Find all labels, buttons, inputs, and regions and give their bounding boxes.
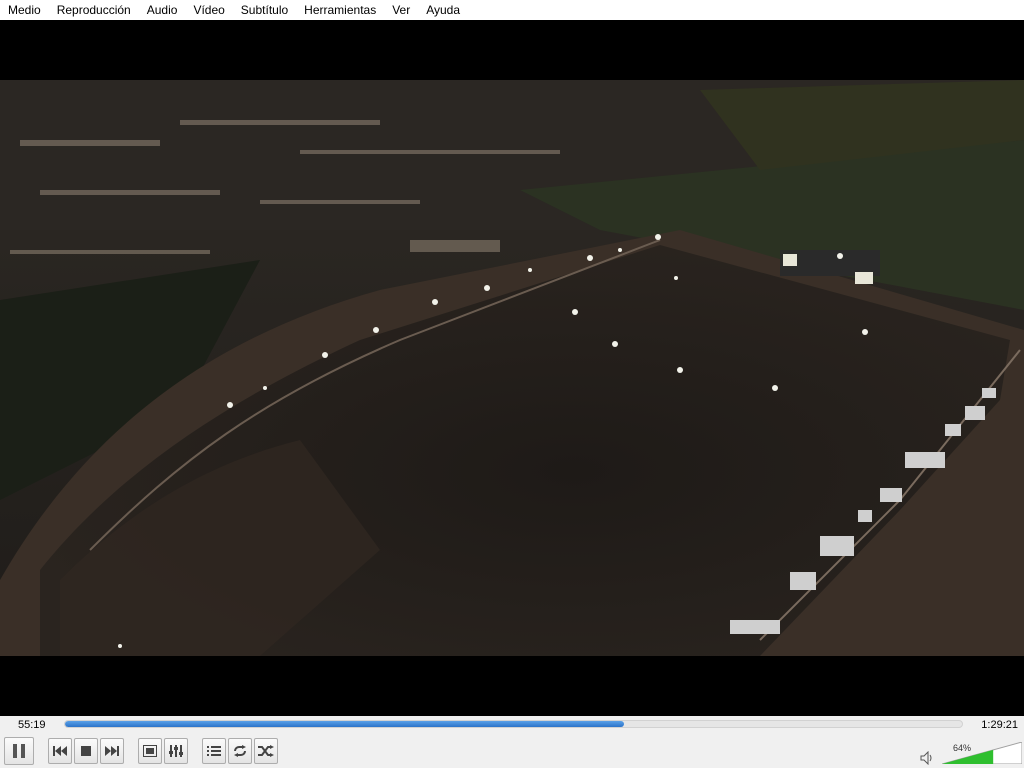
- menu-bar: Medio Reproducción Audio Vídeo Subtítulo…: [0, 0, 1024, 20]
- loop-icon: [234, 745, 246, 757]
- seek-bar-fill: [65, 721, 624, 727]
- menu-video[interactable]: Vídeo: [185, 0, 232, 20]
- fullscreen-icon: [143, 745, 157, 757]
- menu-ver[interactable]: Ver: [384, 0, 418, 20]
- seek-row: 55:19 1:29:21: [0, 716, 1024, 734]
- next-button[interactable]: [100, 738, 124, 764]
- seek-bar[interactable]: [64, 720, 963, 728]
- video-area[interactable]: [0, 20, 1024, 716]
- video-frame: [0, 80, 1024, 656]
- extended-settings-button[interactable]: [164, 738, 188, 764]
- menu-reproduccion[interactable]: Reproducción: [49, 0, 139, 20]
- stop-icon: [81, 746, 91, 756]
- next-icon: [105, 746, 119, 756]
- speaker-icon[interactable]: [920, 751, 936, 765]
- media-player-window: Medio Reproducción Audio Vídeo Subtítulo…: [0, 0, 1024, 768]
- pause-button[interactable]: [4, 737, 34, 765]
- menu-herramientas[interactable]: Herramientas: [296, 0, 384, 20]
- playlist-icon: [207, 746, 221, 756]
- fullscreen-button[interactable]: [138, 738, 162, 764]
- menu-ayuda[interactable]: Ayuda: [418, 0, 468, 20]
- total-time[interactable]: 1:29:21: [981, 718, 1018, 732]
- control-bar: 64%: [0, 734, 1024, 768]
- elapsed-time[interactable]: 55:19: [18, 718, 46, 732]
- shuffle-button[interactable]: [254, 738, 278, 764]
- shuffle-icon: [258, 745, 274, 757]
- menu-medio[interactable]: Medio: [0, 0, 49, 20]
- menu-subtitulo[interactable]: Subtítulo: [233, 0, 296, 20]
- previous-button[interactable]: [48, 738, 72, 764]
- pause-icon: [13, 744, 25, 758]
- menu-audio[interactable]: Audio: [139, 0, 186, 20]
- stop-button[interactable]: [74, 738, 98, 764]
- aerial-crowd-image: [0, 80, 1024, 656]
- equalizer-icon: [169, 745, 183, 757]
- volume-percent-label: 64%: [953, 743, 972, 753]
- previous-icon: [53, 746, 67, 756]
- playlist-button[interactable]: [202, 738, 226, 764]
- loop-button[interactable]: [228, 738, 252, 764]
